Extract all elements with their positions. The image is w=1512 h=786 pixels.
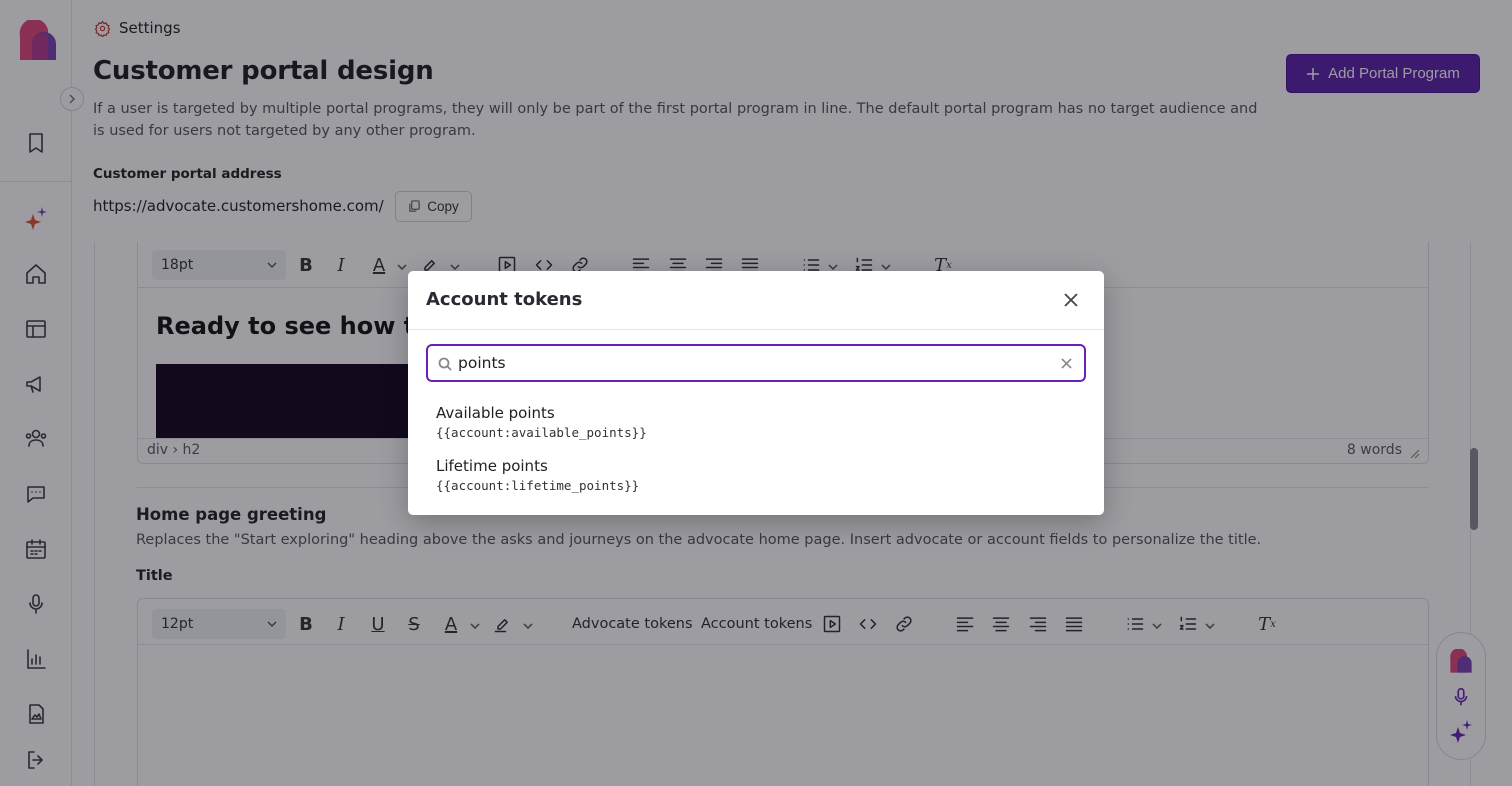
token-name: Available points (436, 404, 555, 422)
close-button[interactable] (1060, 289, 1082, 311)
token-result-item[interactable]: Lifetime points {{account:lifetime_point… (426, 451, 1086, 499)
modal-header: Account tokens (408, 271, 1104, 330)
modal-title: Account tokens (426, 289, 583, 310)
search-icon (438, 356, 452, 375)
close-icon (1064, 293, 1078, 307)
clear-search-icon[interactable] (1058, 355, 1074, 371)
token-code: {{account:available_points}} (436, 425, 647, 440)
token-result-item[interactable]: Available points {{account:available_poi… (426, 398, 1086, 446)
token-name: Lifetime points (436, 457, 548, 475)
token-search-box[interactable] (426, 344, 1086, 382)
token-code: {{account:lifetime_points}} (436, 478, 640, 493)
account-tokens-modal: Account tokens Available points {{accoun… (408, 271, 1104, 515)
token-search-input[interactable] (458, 351, 1048, 375)
